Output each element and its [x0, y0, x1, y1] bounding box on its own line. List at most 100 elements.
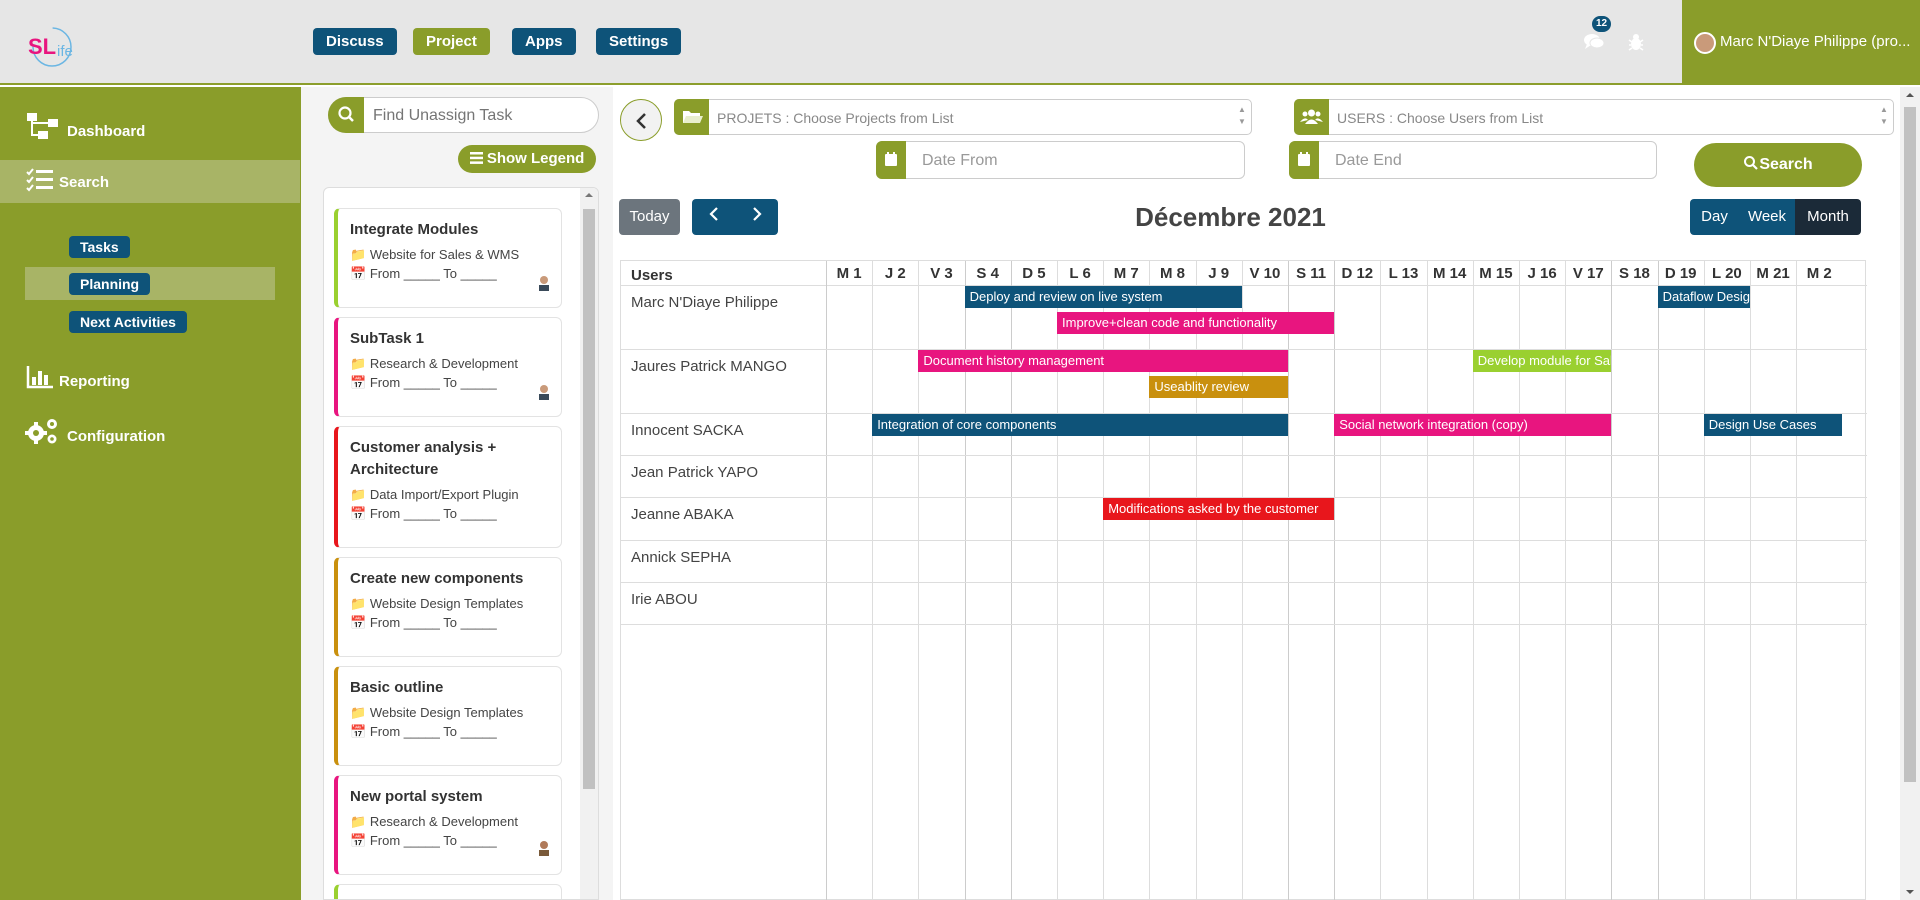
svg-text:ife: ife — [57, 43, 73, 60]
timeline-grid[interactable]: Users M 1 J 2 V 3 S 4 D 5 L 6 M 7 M 8 J 9 V 10 S 1… — [620, 260, 1867, 900]
sidebar-item-reporting[interactable]: Reporting — [0, 362, 300, 402]
day-divider — [1750, 261, 1751, 900]
task-card[interactable]: SubTask 1 📁 Research & Development 📅 Fro… — [334, 317, 562, 417]
sidebar-item-configuration[interactable]: Configuration — [0, 414, 300, 454]
day-divider — [872, 261, 874, 900]
calendar-title: Décembre 2021 — [1135, 202, 1326, 232]
folder-open-icon — [683, 111, 703, 123]
row-divider — [621, 540, 1867, 541]
task-title: SubTask 1 — [350, 330, 424, 347]
day-header: M 2 — [1806, 265, 1832, 282]
bar-chart-icon — [26, 366, 53, 389]
unassigned-tasks-panel: Show Legend Integrate Modules 📁 Website … — [301, 87, 613, 900]
scroll-up-icon[interactable] — [580, 188, 598, 202]
users-column-divider — [826, 261, 827, 900]
bars-icon — [469, 152, 483, 164]
users-icon-box — [1294, 99, 1329, 135]
chat-icon[interactable] — [1582, 30, 1606, 54]
search-icon — [1744, 156, 1759, 170]
view-month-button[interactable]: Month — [1795, 199, 1861, 235]
svg-text:SL: SL — [28, 34, 56, 59]
nav-apps-button[interactable]: Apps — [512, 28, 576, 55]
task-dates: 📅 From _____ To _____ — [350, 266, 497, 281]
users-column-header: Users — [631, 267, 673, 284]
view-week-button[interactable]: Week — [1739, 199, 1795, 235]
gears-icon — [25, 419, 57, 444]
task-dates: 📅 From _____ To _____ — [350, 506, 497, 521]
task-card[interactable] — [334, 884, 562, 899]
day-divider — [1334, 261, 1336, 900]
task-list[interactable]: Integrate Modules 📁 Website for Sales & … — [323, 187, 599, 900]
nav-discuss-button[interactable]: Discuss — [313, 28, 397, 55]
task-card[interactable]: Create new components 📁 Website Design T… — [334, 557, 562, 657]
show-legend-button[interactable]: Show Legend — [458, 145, 596, 173]
day-header: S 18 — [1619, 265, 1650, 282]
task-project: 📁 Research & Development — [350, 814, 518, 829]
date-from-field[interactable]: Date From — [876, 141, 1245, 179]
day-header: D 5 — [1022, 265, 1046, 282]
scroll-down-icon[interactable] — [1900, 884, 1920, 900]
list-icon — [26, 168, 53, 192]
day-divider — [1426, 261, 1428, 900]
view-day-button[interactable]: Day — [1690, 199, 1739, 235]
day-divider — [1611, 261, 1613, 900]
user-row-label: Jean Patrick YAPO — [631, 464, 759, 481]
planning-event[interactable]: Integration of core components — [872, 414, 1288, 436]
day-header: L 20 — [1712, 265, 1742, 282]
user-menu[interactable]: Marc N'Diaye Philippe (pro... — [1682, 0, 1920, 85]
day-header: M 14 — [1433, 265, 1467, 282]
task-card[interactable]: Customer analysis + Architecture 📁 Data … — [334, 426, 562, 548]
sidebar-sub-planning[interactable]: Planning — [69, 273, 151, 295]
slife-logo[interactable]: SL ife — [22, 22, 86, 70]
spinner-arrows-icon[interactable]: ▲ ▼ — [1237, 104, 1247, 130]
task-list-scrollbar[interactable] — [580, 188, 598, 899]
task-card[interactable]: New portal system 📁 Research & Developme… — [334, 775, 562, 875]
planning-event[interactable]: Dataflow Design — [1657, 286, 1750, 308]
bug-icon[interactable] — [1624, 30, 1648, 54]
search-button[interactable]: Search — [1694, 143, 1862, 187]
page-scrollbar[interactable] — [1900, 87, 1920, 900]
planning-event[interactable]: Social network integration (copy) — [1334, 414, 1612, 436]
chevron-right-icon — [752, 207, 762, 221]
planning-event[interactable]: Improve+clean code and functionality — [1057, 312, 1335, 334]
sidebar-sub-next-activities[interactable]: Next Activities — [69, 311, 187, 333]
planning-event[interactable]: Modifications asked by the customer — [1103, 498, 1335, 520]
user-avatar — [1694, 32, 1716, 54]
collapse-panel-button[interactable] — [620, 99, 662, 141]
task-project: 📁 Research & Development — [350, 356, 518, 371]
sidebar-item-dashboard[interactable]: Dashboard — [0, 107, 300, 147]
page-scroll-thumb[interactable] — [1904, 107, 1916, 782]
day-header: M 1 — [836, 265, 862, 282]
users-select[interactable]: USERS : Choose Users from List ▲ ▼ — [1294, 99, 1894, 135]
task-card[interactable]: Integrate Modules 📁 Website for Sales & … — [334, 208, 562, 308]
planning-event[interactable]: Design Use Cases — [1703, 414, 1843, 436]
calendar-icon: 📅 — [350, 506, 367, 521]
task-list-scroll-thumb[interactable] — [583, 209, 595, 789]
scroll-up-icon[interactable] — [1900, 87, 1920, 103]
today-button[interactable]: Today — [619, 199, 680, 235]
date-end-placeholder: Date End — [1335, 152, 1402, 169]
sidebar-item-label: Configuration — [67, 428, 166, 445]
calendar-icon-box — [1289, 141, 1319, 179]
nav-project-button[interactable]: Project — [413, 28, 490, 55]
planning-event[interactable]: Document history management — [918, 350, 1288, 372]
spinner-arrows-icon[interactable]: ▲ ▼ — [1879, 104, 1889, 130]
planning-event[interactable]: Useablity review — [1149, 376, 1288, 398]
sidebar-item-search[interactable]: Search — [0, 160, 300, 203]
next-button[interactable] — [735, 199, 778, 235]
folder-icon: 📁 — [350, 487, 367, 502]
projects-select[interactable]: PROJETS : Choose Projects from List ▲ ▼ — [674, 99, 1252, 135]
nav-settings-button[interactable]: Settings — [596, 28, 682, 55]
planning-event[interactable]: Develop module for Sales — [1472, 350, 1612, 372]
assignee-avatar-icon — [539, 841, 549, 856]
day-header: J 2 — [884, 265, 906, 282]
task-card[interactable]: Basic outline 📁 Website Design Templates… — [334, 666, 562, 766]
task-search-input[interactable] — [373, 106, 593, 126]
task-search-field[interactable] — [328, 97, 599, 133]
prev-button[interactable] — [692, 199, 735, 235]
day-header: J 16 — [1527, 265, 1557, 282]
date-end-field[interactable]: Date End — [1289, 141, 1657, 179]
user-row-label: Marc N'Diaye Philippe — [631, 294, 779, 311]
sidebar-sub-tasks[interactable]: Tasks — [69, 236, 130, 258]
planning-event[interactable]: Deploy and review on live system — [964, 286, 1242, 308]
